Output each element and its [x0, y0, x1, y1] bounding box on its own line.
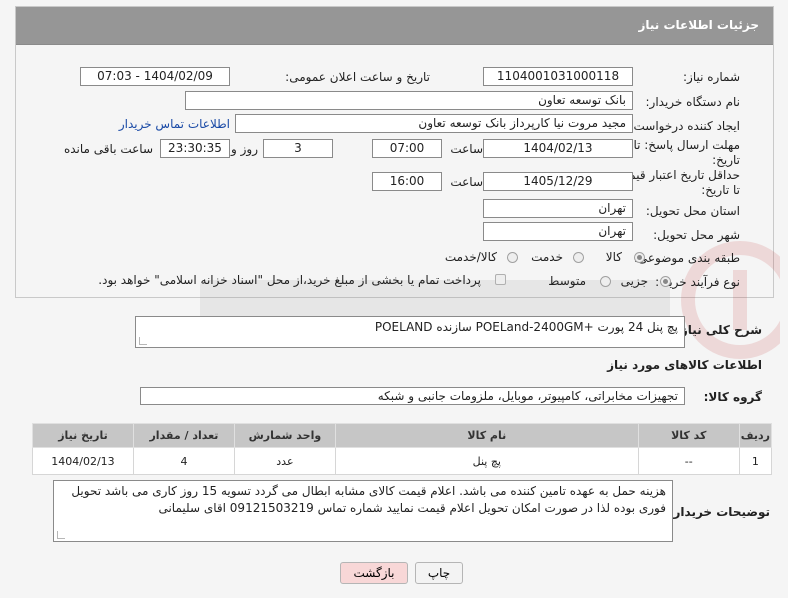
cell-code: -- — [637, 447, 740, 475]
days-remaining-field: 3 — [263, 139, 333, 158]
cell-name: پچ پنل — [334, 447, 639, 475]
days-label: روز و — [231, 142, 258, 156]
treasury-payment-note: پرداخت تمام یا بخشی از مبلغ خرید،از محل … — [98, 273, 481, 287]
column-header-name: نام کالا — [334, 423, 639, 448]
category-label: طبقه بندی موضوعی: — [633, 251, 740, 265]
column-header-quantity: تعداد / مقدار — [132, 423, 235, 448]
reply-time-label: ساعت — [450, 142, 483, 156]
description-label: شرح کلی نیاز: — [676, 323, 762, 337]
category-option-goods-service: کالا/خدمت — [444, 250, 497, 264]
column-header-row-number: ردیف — [738, 423, 773, 448]
print-button[interactable]: چاپ — [415, 562, 463, 584]
need-number-field: 1104001031000118 — [483, 67, 633, 86]
reply-date-field: 1404/02/13 — [483, 139, 633, 158]
description-text: پچ پنل 24 پورت +POELand-2400GM سازنده PO… — [374, 320, 678, 334]
category-radio-goods[interactable] — [634, 252, 645, 263]
reply-time-field: 07:00 — [372, 139, 442, 158]
process-radio-minor[interactable] — [660, 276, 671, 287]
requester-label: ایجاد کننده درخواست: — [629, 119, 740, 133]
announce-date-field: 1404/02/09 - 07:03 — [80, 67, 230, 86]
cell-row-number: 1 — [738, 447, 773, 475]
announce-date-label: تاریخ و ساعت اعلان عمومی: — [285, 70, 430, 84]
column-header-unit: واحد شمارش — [233, 423, 336, 448]
reply-deadline-label-2: تاریخ: — [712, 153, 740, 167]
category-radio-goods-service[interactable] — [507, 252, 518, 263]
buyer-notes-label: توضیحات خریدار: — [668, 505, 770, 519]
goods-group-label: گروه کالا: — [703, 390, 762, 404]
items-table-header-row: ردیف کد کالا نام کالا واحد شمارش تعداد /… — [32, 423, 773, 448]
items-table: ردیف کد کالا نام کالا واحد شمارش تعداد /… — [32, 423, 773, 475]
remaining-time-field: 23:30:35 — [160, 139, 230, 158]
process-radio-medium[interactable] — [600, 276, 611, 287]
category-option-service: خدمت — [531, 250, 563, 264]
price-validity-date-field: 1405/12/29 — [483, 172, 633, 191]
goods-group-field: تجهیزات مخابراتی، کامپیوتر، موبایل، ملزو… — [140, 387, 685, 405]
column-header-code: کد کالا — [637, 423, 740, 448]
buyer-org-field: بانک توسعه تعاون — [185, 91, 633, 110]
panel-header: جزئیات اطلاعات نیاز — [16, 7, 773, 45]
remaining-time-label: ساعت باقی مانده — [63, 142, 153, 156]
buyer-notes-field: هزینه حمل به عهده تامین کننده می باشد. ا… — [53, 480, 673, 542]
cell-unit: عدد — [233, 447, 336, 475]
goods-section-title: اطلاعات کالاهای مورد نیاز — [607, 358, 762, 372]
price-validity-time-label: ساعت — [450, 175, 483, 189]
city-field: تهران — [483, 222, 633, 241]
requester-field: مجید مروت نیا کارپرداز بانک توسعه تعاون — [235, 114, 633, 133]
reply-deadline-label: مهلت ارسال پاسخ: تا — [633, 138, 740, 152]
resize-handle-icon[interactable] — [139, 337, 147, 345]
need-number-label: شماره نیاز: — [683, 70, 740, 84]
resize-handle-icon[interactable] — [57, 531, 65, 539]
treasury-payment-checkbox[interactable] — [495, 274, 506, 285]
province-field: تهران — [483, 199, 633, 218]
price-validity-label-2: تا تاریخ: — [701, 183, 740, 197]
cell-quantity: 4 — [132, 447, 235, 475]
cell-need-date: 1404/02/13 — [32, 447, 134, 475]
column-header-need-date: تاریخ نیاز — [32, 423, 134, 448]
process-option-minor: جزیی — [620, 274, 648, 288]
price-validity-time-field: 16:00 — [372, 172, 442, 191]
panel-title: جزئیات اطلاعات نیاز — [638, 18, 759, 32]
buyer-contact-link[interactable]: اطلاعات تماس خریدار — [119, 117, 230, 131]
description-field: پچ پنل 24 پورت +POELand-2400GM سازنده PO… — [135, 316, 685, 348]
table-row: 1 -- پچ پنل عدد 4 1404/02/13 — [32, 447, 773, 475]
back-button[interactable]: بازگشت — [340, 562, 408, 584]
province-label: استان محل تحویل: — [645, 204, 740, 218]
category-option-goods: کالا — [605, 250, 622, 264]
category-radio-service[interactable] — [573, 252, 584, 263]
process-option-medium: متوسط — [548, 274, 586, 288]
city-label: شهر محل تحویل: — [653, 228, 740, 242]
buyer-org-label: نام دستگاه خریدار: — [645, 95, 741, 109]
buyer-notes-text: هزینه حمل به عهده تامین کننده می باشد. ا… — [71, 484, 666, 515]
